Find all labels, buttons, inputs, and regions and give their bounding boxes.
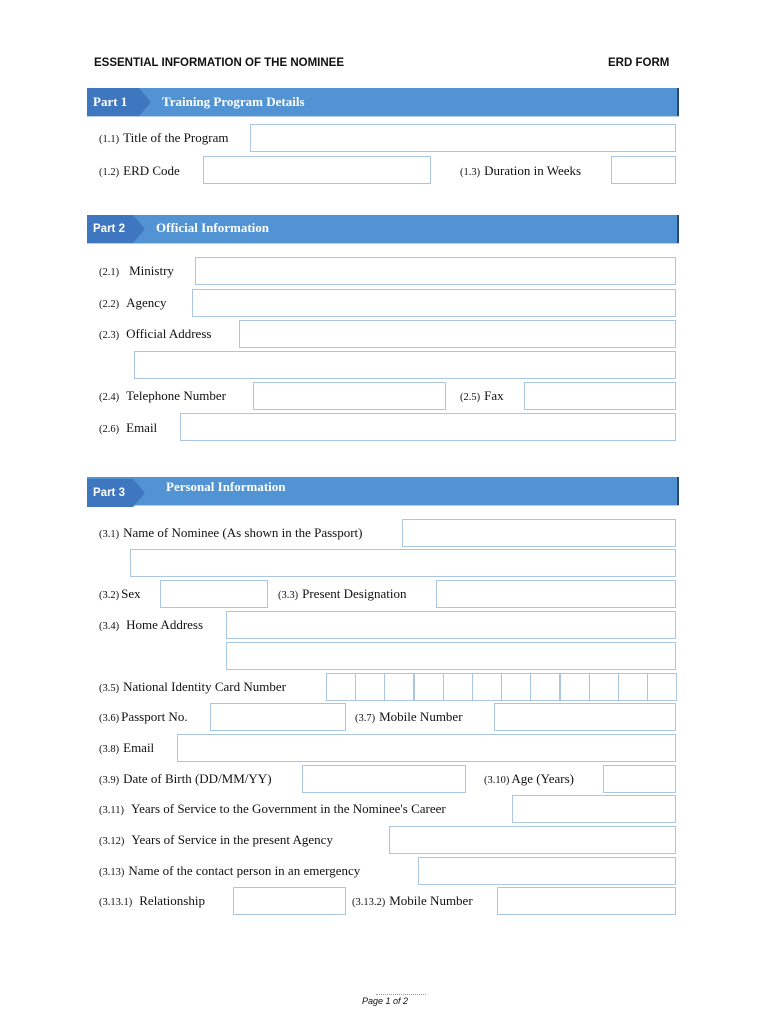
nic-digit-cell[interactable] (472, 673, 502, 701)
passport-input[interactable] (210, 703, 346, 731)
label-2-1: (2.1) Ministry (99, 263, 174, 278)
page-number: Page 1 of 2 (361, 996, 409, 1006)
sex-input[interactable] (160, 580, 268, 608)
label-3-3: (3.3) Present Designation (278, 586, 407, 601)
part-label: Part 3 (87, 479, 145, 507)
section-bar-part3: Part 3 Personal Information (87, 477, 679, 507)
nic-digit-cell[interactable] (647, 673, 678, 701)
nic-digit-cell[interactable] (530, 673, 561, 701)
form-title: ESSENTIAL INFORMATION OF THE NOMINEE (94, 57, 345, 69)
home-address-input-line2[interactable] (226, 642, 676, 670)
nic-digit-cell[interactable] (559, 673, 590, 701)
agency-service-years-input[interactable] (389, 826, 676, 854)
duration-weeks-input[interactable] (611, 156, 676, 184)
section-bar-part2: Part 2 Official Information (87, 215, 679, 243)
label-3-10: (3.10) Age (Years) (484, 771, 574, 786)
govt-service-years-input[interactable] (512, 795, 676, 823)
nic-digit-cell[interactable] (355, 673, 386, 701)
footer-divider (376, 994, 426, 995)
label-1-1: (1.1) Title of the Program (99, 130, 229, 145)
part-label: Part 1 (87, 88, 151, 116)
section-title: Personal Information (166, 479, 286, 494)
home-address-input-line1[interactable] (226, 611, 676, 639)
label-2-6: (2.6) Email (99, 420, 158, 435)
label-3-12: (3.12) Years of Service in the present Ag… (99, 832, 333, 847)
label-2-4: (2.4) Telephone Number (99, 388, 226, 403)
label-3-9: (3.9) Date of Birth (DD/MM/YY) (99, 771, 272, 786)
fax-input[interactable] (524, 382, 676, 410)
label-2-2: (2.2) Agency (99, 295, 167, 310)
nic-digit-cell[interactable] (442, 673, 473, 701)
label-3-13: (3.13) Name of the contact person in an e… (99, 863, 361, 878)
label-1-3: (1.3) Duration in Weeks (460, 163, 582, 178)
form-code: ERD FORM (608, 57, 670, 69)
part-label: Part 2 (87, 215, 145, 243)
dob-input[interactable] (302, 765, 466, 793)
nic-digit-cell[interactable] (501, 673, 532, 701)
agency-input[interactable] (192, 289, 676, 317)
label-3-8: (3.8) Email (99, 740, 155, 755)
mobile-input[interactable] (494, 703, 676, 731)
section-title: Training Program Details (162, 94, 305, 109)
official-email-input[interactable] (180, 413, 676, 441)
nominee-name-input-line2[interactable] (130, 549, 676, 577)
relationship-input[interactable] (233, 887, 346, 915)
nic-digit-cell[interactable] (326, 673, 356, 701)
label-3-13-2: (3.13.2) Mobile Number (352, 893, 473, 908)
emergency-mobile-input[interactable] (497, 887, 676, 915)
nic-digit-cell[interactable] (384, 673, 415, 701)
nic-digit-cell[interactable] (618, 673, 648, 701)
program-title-input[interactable] (250, 124, 676, 152)
section-bar-part1: Part 1 Training Program Details (87, 88, 679, 116)
label-1-2: (1.2) ERD Code (99, 163, 180, 178)
official-address-input-line1[interactable] (239, 320, 676, 348)
emergency-contact-input[interactable] (418, 857, 676, 885)
label-3-7: (3.7) Mobile Number (355, 709, 463, 724)
designation-input[interactable] (436, 580, 676, 608)
label-3-5: (3.5) National Identity Card Number (99, 679, 286, 694)
label-2-3: (2.3) Official Address (99, 326, 212, 341)
nic-digit-cell[interactable] (413, 673, 444, 701)
personal-email-input[interactable] (177, 734, 676, 762)
label-3-6: (3.6) Passport No. (99, 709, 188, 724)
label-3-4: (3.4) Home Address (99, 617, 204, 632)
erd-code-input[interactable] (203, 156, 431, 184)
official-address-input-line2[interactable] (134, 351, 676, 379)
telephone-input[interactable] (253, 382, 446, 410)
label-3-13-1: (3.13.1) Relationship (99, 893, 205, 908)
age-input[interactable] (603, 765, 676, 793)
label-3-2: (3.2) Sex (99, 586, 141, 601)
nominee-name-input-line1[interactable] (402, 519, 676, 547)
label-3-1: (3.1) Name of Nominee (As shown in the Pa… (99, 525, 363, 540)
nic-digit-cell[interactable] (588, 673, 619, 701)
label-2-5: (2.5) Fax (460, 388, 504, 403)
ministry-input[interactable] (195, 257, 676, 285)
label-3-11: (3.11) Years of Service to the Government… (99, 801, 446, 816)
section-title: Official Information (156, 220, 270, 235)
